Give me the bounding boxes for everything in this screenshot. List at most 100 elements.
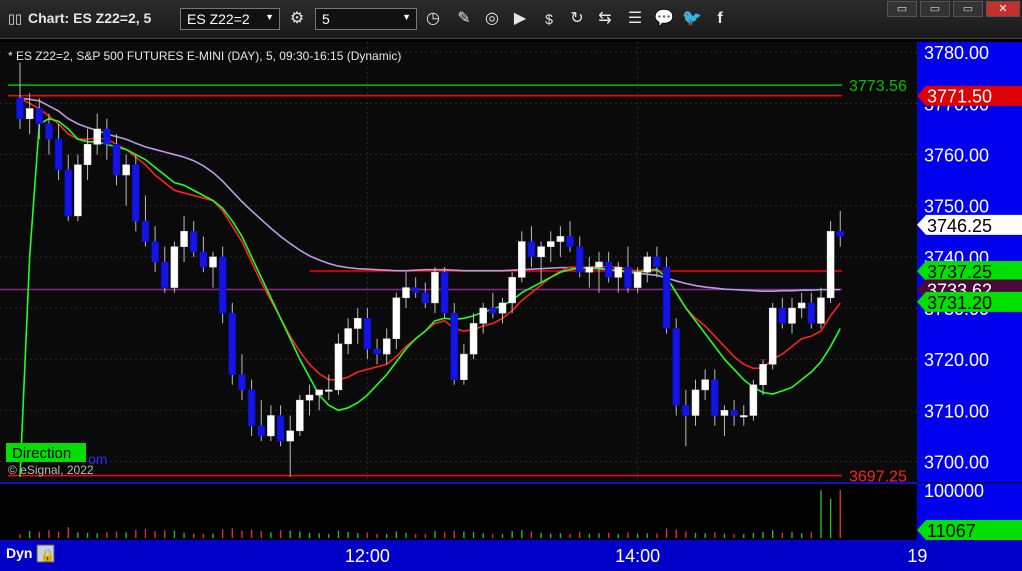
candle-body (35, 108, 44, 125)
candle-body (286, 430, 294, 442)
chat-icon[interactable]: 💬 (653, 8, 675, 30)
symbol-value: ES Z22=2 (187, 11, 250, 27)
candle-body (218, 256, 227, 314)
close-icon[interactable]: ✕ (986, 1, 1020, 17)
candle-body (392, 297, 401, 339)
candle-body (189, 231, 198, 253)
candle-body (276, 415, 285, 442)
candle-body (604, 261, 613, 278)
candle-body (537, 246, 545, 258)
restore-icon[interactable]: ▯▯ (4, 8, 26, 30)
y-tick-label: 3710.00 (924, 401, 989, 421)
candle-body (836, 231, 844, 237)
y-tick-label: 3700.00 (924, 453, 989, 473)
pane-separator[interactable] (0, 482, 917, 484)
chart-canvas[interactable]: 3780.003770.003760.003750.003740.003730.… (0, 38, 1022, 571)
candle-body (344, 328, 352, 345)
candle-body (479, 307, 487, 324)
candle-body (257, 425, 265, 437)
candle-body (749, 384, 758, 416)
toolbar: ▯▯ Chart: ES Z22=2, 5 ES Z22=2 ▼ ⚙ 5 ▼ ◷ ✎… (0, 0, 1022, 39)
y-tick-label: 3780.00 (924, 43, 989, 63)
candle-body (421, 292, 430, 304)
candle-body (556, 236, 565, 242)
candle-body (508, 277, 516, 304)
candle-body (518, 241, 526, 278)
candle-body (643, 256, 651, 273)
dollar-icon[interactable]: $ (538, 8, 560, 30)
candle-body (247, 389, 256, 426)
candle-body (691, 389, 700, 416)
restore-window-icon[interactable]: ▭ (953, 1, 983, 17)
candle-body (662, 266, 671, 329)
watermark: © eSignal, 2022 (8, 463, 94, 477)
time-axis[interactable] (0, 540, 1022, 571)
price-level-label: 3773.56 (849, 78, 907, 95)
candle-body (740, 415, 748, 418)
play-icon[interactable]: ▶ (509, 8, 531, 30)
lock-glyph: 🔒 (40, 548, 55, 562)
candle-body (305, 394, 314, 401)
candle-body (633, 271, 642, 288)
price-tag-label: 3731.20 (927, 293, 992, 313)
candle-body (325, 389, 333, 392)
y-tick-label: 3720.00 (924, 350, 989, 370)
candle-body (566, 236, 574, 247)
candle-body (788, 307, 796, 324)
candle-body (585, 266, 594, 273)
candle-body (768, 307, 777, 365)
minimize-icon[interactable]: ▭ (887, 1, 917, 17)
candle-body (199, 251, 208, 268)
y-tick-label: 3750.00 (924, 197, 989, 217)
candle-body (595, 261, 603, 268)
candle-body (25, 108, 34, 119)
candle-body (161, 261, 169, 288)
x-tick-label: 19 (907, 546, 927, 566)
candle-body (373, 348, 381, 355)
link-icon[interactable]: ⇆ (594, 8, 616, 30)
settings-gear-icon[interactable]: ⚙ (286, 8, 308, 30)
candle-body (363, 318, 372, 350)
facebook-icon[interactable]: f (709, 8, 731, 30)
indicator-icon[interactable]: ◎ (481, 8, 503, 30)
candle-body (759, 364, 767, 386)
candle-body (296, 399, 304, 432)
candle-body (807, 302, 816, 324)
candle-body (334, 343, 343, 391)
candle-body (151, 241, 159, 263)
refresh-icon[interactable]: ↻ (566, 8, 588, 30)
candle-body (797, 302, 806, 309)
x-tick-label: 14:00 (615, 546, 660, 566)
clock-icon[interactable]: ◷ (422, 8, 444, 30)
price-tag-label: 3737.25 (927, 262, 992, 282)
candle-body (74, 164, 82, 217)
candle-body (682, 405, 690, 416)
candle-body (64, 169, 72, 217)
candle-body (402, 287, 410, 299)
interval-dropdown[interactable]: 5 ▼ (315, 8, 417, 30)
price-tag-label: 3746.25 (927, 216, 992, 236)
candle-body (238, 374, 246, 391)
candle-body (730, 410, 738, 416)
candle-body (624, 266, 632, 288)
symbol-dropdown[interactable]: ES Z22=2 ▼ (180, 8, 280, 30)
candle-body (93, 128, 101, 145)
candle-body (103, 128, 111, 145)
draw-pencil-icon[interactable]: ✎ (453, 8, 475, 30)
twitter-icon[interactable]: 🐦 (681, 8, 703, 30)
volume-bars (19, 490, 841, 538)
candle-body (460, 353, 468, 380)
candle-body (489, 307, 497, 314)
list-icon[interactable]: ☰ (624, 8, 646, 30)
maximize-icon[interactable]: ▭ (920, 1, 950, 17)
candle-body (672, 328, 680, 406)
candle-body (826, 231, 835, 299)
candle-body (45, 123, 53, 140)
y-tick-label: 3760.00 (924, 146, 989, 166)
dyn-label[interactable]: Dyn (6, 545, 32, 561)
candle-body (170, 246, 179, 288)
candle-body (720, 410, 729, 416)
candle-body (701, 379, 709, 391)
price-level-label: 3697.25 (849, 469, 907, 486)
candle-body (83, 144, 92, 166)
